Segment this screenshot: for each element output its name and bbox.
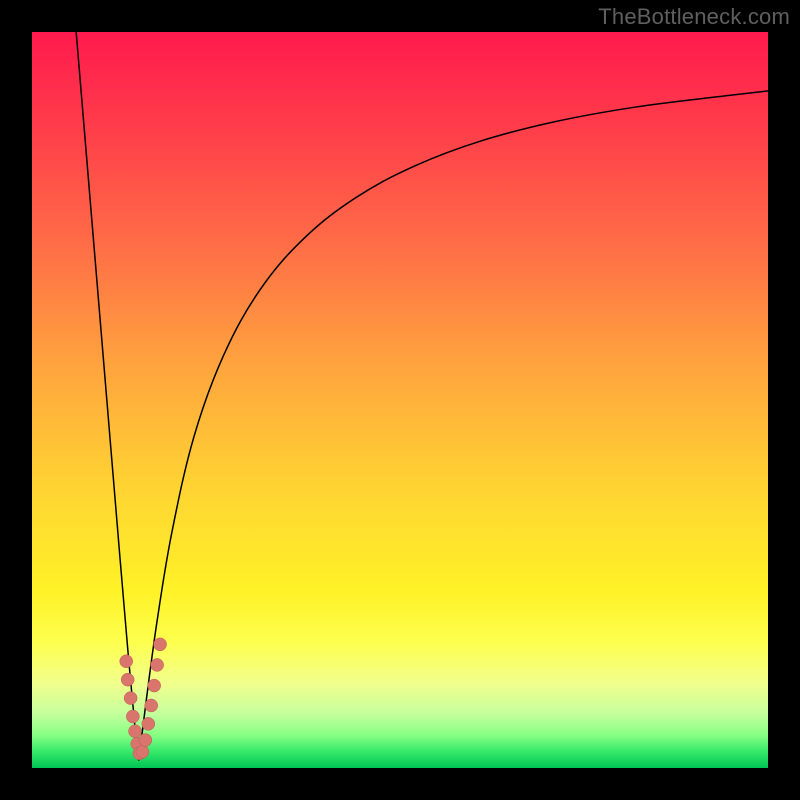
marker-dot: [148, 679, 161, 692]
gradient-background: [32, 32, 768, 768]
watermark-text: TheBottleneck.com: [598, 4, 790, 30]
marker-dot: [129, 725, 142, 738]
plot-area: [32, 32, 768, 768]
marker-dot: [121, 673, 134, 686]
marker-dot: [136, 745, 149, 758]
marker-dot: [124, 692, 137, 705]
marker-dot: [142, 717, 155, 730]
marker-dot: [151, 658, 164, 671]
marker-dot: [139, 734, 152, 747]
chart-frame: TheBottleneck.com: [0, 0, 800, 800]
marker-dot: [126, 710, 139, 723]
chart-svg: [32, 32, 768, 768]
marker-dot: [120, 655, 133, 668]
marker-dot: [154, 638, 167, 651]
marker-dot: [145, 699, 158, 712]
